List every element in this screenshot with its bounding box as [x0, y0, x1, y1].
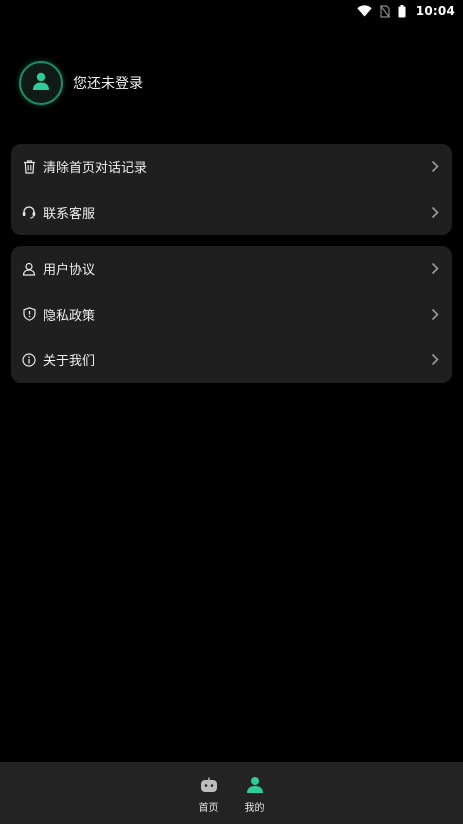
robot-icon: [199, 775, 219, 795]
menu-item-label: 隐私政策: [43, 308, 96, 324]
no-sim-icon: [379, 4, 390, 18]
menu-item-label: 清除首页对话记录: [43, 161, 148, 177]
shield-icon: [22, 307, 36, 322]
trash-icon: [22, 160, 36, 174]
headset-icon: [22, 205, 36, 219]
nav-tab-label: 首页: [198, 803, 219, 814]
menu-item-label: 关于我们: [43, 354, 96, 370]
avatar[interactable]: [19, 61, 63, 105]
battery-icon: [398, 4, 406, 18]
menu-item-clear-history[interactable]: 清除首页对话记录: [11, 144, 452, 190]
chevron-right-icon: [430, 160, 440, 174]
menu-item-user-agreement[interactable]: 用户协议: [11, 246, 452, 292]
user-agreement-icon: [22, 262, 36, 276]
status-bar: 10:04: [0, 0, 463, 22]
menu-item-privacy-policy[interactable]: 隐私政策: [11, 292, 452, 338]
login-profile[interactable]: 您还未登录: [19, 61, 143, 105]
login-status-text: 您还未登录: [73, 76, 143, 92]
chevron-right-icon: [430, 262, 440, 276]
chevron-right-icon: [430, 205, 440, 219]
wifi-icon: [357, 5, 372, 17]
bottom-nav: 首页 我的: [0, 762, 463, 824]
status-time: 10:04: [415, 4, 455, 18]
user-icon: [245, 775, 265, 795]
menu-item-label: 联系客服: [43, 206, 96, 222]
nav-tab-home[interactable]: 首页: [197, 762, 221, 824]
menu-group-2: 用户协议 隐私政策 关于我们: [11, 246, 452, 383]
user-icon: [31, 71, 51, 95]
menu-item-label: 用户协议: [43, 263, 96, 279]
nav-tab-mine[interactable]: 我的: [243, 762, 267, 824]
chevron-right-icon: [430, 353, 440, 367]
menu-group-1: 清除首页对话记录 联系客服: [11, 144, 452, 235]
nav-tab-label: 我的: [244, 803, 265, 814]
info-icon: [22, 353, 36, 367]
chevron-right-icon: [430, 307, 440, 321]
menu-item-about-us[interactable]: 关于我们: [11, 337, 452, 383]
menu-item-customer-service[interactable]: 联系客服: [11, 190, 452, 236]
